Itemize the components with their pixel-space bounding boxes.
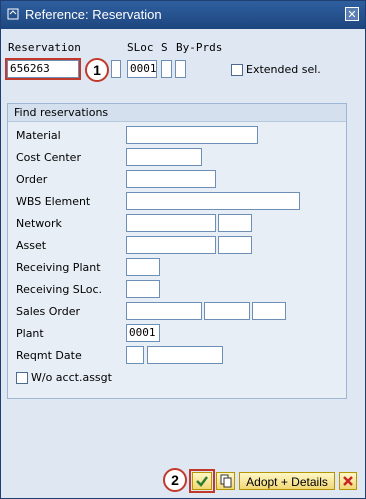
s-label: S [161,41,168,54]
copy-icon [220,474,231,488]
material-input[interactable] [126,126,258,144]
network-label: Network [16,217,62,230]
close-icon[interactable]: ✕ [345,7,359,21]
group-header: Find reservations [8,104,346,122]
callout-1: 1 [85,58,109,82]
receiving-sloc-label: Receiving SLoc. [16,283,102,296]
wbs-element-label: WBS Element [16,195,91,208]
extended-sel-label: Extended sel. [246,63,321,76]
asset-input[interactable] [126,236,216,254]
sloc-label: SLoc [127,41,154,54]
plant-input[interactable]: 0001 [126,324,160,342]
highlight-box-1 [5,58,81,80]
cancel-button[interactable] [339,472,357,490]
cost-center-input[interactable] [126,148,202,166]
adopt-button[interactable] [192,472,212,490]
footer-bar: 2 Adopt + Details [1,466,365,498]
order-input[interactable] [126,170,216,188]
callout-2: 2 [163,468,187,492]
reqmt-date-to-input[interactable] [147,346,223,364]
reservation-item-input[interactable] [111,60,121,78]
wo-acct-assgt-checkbox[interactable] [16,372,28,384]
sloc-input[interactable]: 0001 [127,60,157,78]
extended-sel-checkbox[interactable] [231,64,243,76]
cancel-x-icon [343,476,353,486]
s-input[interactable] [161,60,172,78]
title-bar: Reference: Reservation ✕ [1,1,365,29]
window-title: Reference: Reservation [25,7,162,22]
receiving-plant-input[interactable] [126,258,160,276]
copy-button[interactable] [216,472,235,490]
material-label: Material [16,129,61,142]
receiving-sloc-input[interactable] [126,280,160,298]
reqmt-date-from-input[interactable] [126,346,144,364]
sales-order-input[interactable] [126,302,202,320]
byprds-label: By-Prds [176,41,223,54]
sales-order-label: Sales Order [16,305,81,318]
plant-label: Plant [16,327,44,340]
reqmt-date-label: Reqmt Date [16,349,82,362]
adopt-details-button[interactable]: Adopt + Details [239,472,335,490]
network-input[interactable] [126,214,216,232]
cost-center-label: Cost Center [16,151,81,164]
sales-order-schedule-input[interactable] [252,302,286,320]
order-label: Order [16,173,48,186]
find-reservations-group: Find reservations Material Cost Center O… [7,103,347,399]
asset-label: Asset [16,239,47,252]
asset-subnumber-input[interactable] [218,236,252,254]
wo-acct-assgt-label: W/o acct.assgt [31,371,112,384]
window-icon [7,8,19,20]
wbs-element-input[interactable] [126,192,300,210]
network-activity-input[interactable] [218,214,252,232]
byprds-input[interactable] [175,60,186,78]
group-title: Find reservations [14,106,109,119]
reservation-label: Reservation [8,41,81,54]
receiving-plant-label: Receiving Plant [16,261,101,274]
dialog-window: Reference: Reservation ✕ Reservation SLo… [0,0,366,499]
checkmark-icon [196,476,208,487]
sales-order-item-input[interactable] [204,302,250,320]
